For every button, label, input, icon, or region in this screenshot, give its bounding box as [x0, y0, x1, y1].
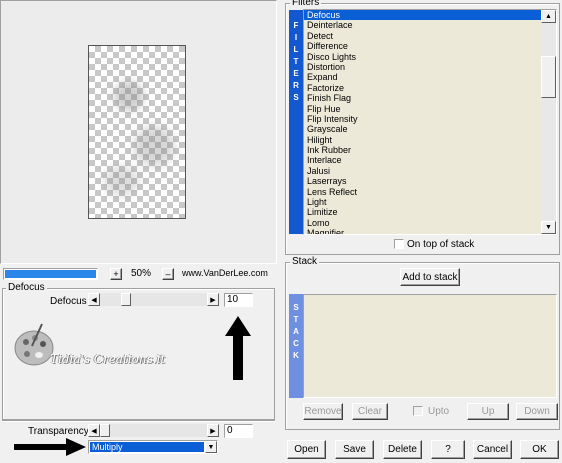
- slider-right-arrow[interactable]: ▶: [207, 424, 219, 437]
- stack-side-letter: S: [293, 303, 299, 312]
- scroll-down-icon[interactable]: ▼: [541, 221, 556, 234]
- filter-list-item[interactable]: Flip Intensity: [304, 114, 541, 124]
- filter-list-item[interactable]: Ink Rubber: [304, 145, 541, 155]
- down-button[interactable]: Down: [516, 403, 558, 420]
- help-button[interactable]: ?: [431, 440, 465, 459]
- filters-scrollbar[interactable]: ▲ ▼: [541, 10, 556, 234]
- upto-label: Upto: [428, 406, 450, 417]
- cancel-button[interactable]: Cancel: [473, 440, 512, 459]
- filter-list-item[interactable]: Expand: [304, 72, 541, 82]
- slider-left-arrow[interactable]: ◀: [88, 424, 100, 437]
- filters-side-letter: L: [293, 45, 299, 54]
- preview-blur-shape: [134, 126, 174, 166]
- filter-list-item[interactable]: Defocus: [304, 10, 541, 21]
- remove-button[interactable]: Remove: [303, 403, 343, 420]
- delete-button[interactable]: Delete: [383, 440, 422, 459]
- zoom-level: 50%: [131, 268, 152, 279]
- filters-side-letter: F: [293, 21, 299, 30]
- filter-list-item[interactable]: Disco Lights: [304, 52, 541, 62]
- filter-list-item[interactable]: Flip Hue: [304, 104, 541, 114]
- zoom-out-button[interactable]: –: [162, 268, 174, 280]
- filter-list-item[interactable]: Laserrays: [304, 176, 541, 186]
- filter-list-item[interactable]: Lens Reflect: [304, 187, 541, 197]
- preview-panel: [0, 0, 277, 264]
- filters-side-letter: T: [293, 57, 299, 66]
- defocus-value-field[interactable]: 10: [224, 293, 253, 307]
- scroll-thumb[interactable]: [541, 56, 556, 98]
- filters-list[interactable]: Defocus Deinterlace Detect Difference Disco …: [303, 9, 557, 235]
- filters-side-label: FILTERS: [289, 10, 303, 234]
- filter-list-item[interactable]: Light: [304, 197, 541, 207]
- defocus-slider[interactable]: ◀ ▶: [88, 293, 219, 306]
- transparency-slider[interactable]: ◀ ▶: [88, 424, 219, 437]
- upto-checkbox[interactable]: [413, 406, 423, 416]
- slider-thumb[interactable]: [100, 424, 110, 437]
- separator: [2, 420, 275, 422]
- stack-side-letter: T: [293, 315, 299, 324]
- filters-side-letter: S: [293, 93, 299, 102]
- chevron-down-icon[interactable]: ▼: [205, 441, 217, 453]
- ok-button[interactable]: OK: [520, 440, 559, 459]
- scroll-up-icon[interactable]: ▲: [541, 10, 556, 23]
- filter-list-item[interactable]: Interlace: [304, 155, 541, 165]
- add-to-stack-button[interactable]: Add to stack: [400, 268, 460, 286]
- blend-mode-value: Multiply: [90, 442, 204, 452]
- filter-list-item[interactable]: Grayscale: [304, 124, 541, 134]
- transparency-value-field[interactable]: 0: [224, 424, 253, 438]
- on-top-label: On top of stack: [407, 239, 475, 250]
- filter-list-item[interactable]: Distortion: [304, 62, 541, 72]
- website-label: www.VanDerLee.com: [182, 268, 268, 278]
- filter-list-item[interactable]: Factorize: [304, 83, 541, 93]
- stack-list[interactable]: [303, 294, 557, 398]
- slider-track[interactable]: [100, 293, 207, 306]
- filter-list-item[interactable]: Detect: [304, 31, 541, 41]
- slider-thumb[interactable]: [121, 293, 131, 306]
- filter-list-item[interactable]: Lomo: [304, 218, 541, 228]
- stack-side-label: STACK: [289, 294, 303, 398]
- clear-button[interactable]: Clear: [352, 403, 388, 420]
- stack-side-letter: K: [293, 351, 299, 360]
- filter-list-item[interactable]: Deinterlace: [304, 20, 541, 30]
- filter-list-item[interactable]: Finish Flag: [304, 93, 541, 103]
- transparency-label: Transparency: [28, 426, 89, 437]
- watermark-text: Tidia's Creations.it: [50, 352, 166, 366]
- up-button[interactable]: Up: [467, 403, 509, 420]
- preview-blur-shape: [104, 166, 139, 196]
- slider-track[interactable]: [100, 424, 207, 437]
- filter-list-item[interactable]: Hilight: [304, 135, 541, 145]
- filter-list-item[interactable]: Jalusi: [304, 166, 541, 176]
- filter-list-item[interactable]: Magnifier: [304, 228, 541, 234]
- on-top-checkbox[interactable]: [394, 239, 404, 249]
- filter-list-item[interactable]: Limitize: [304, 207, 541, 217]
- progress-bar: [3, 268, 98, 280]
- open-button[interactable]: Open: [287, 440, 326, 459]
- filter-list-item[interactable]: Difference: [304, 41, 541, 51]
- filters-side-letter: R: [293, 81, 299, 90]
- filters-side-letter: I: [294, 33, 298, 42]
- preview-blur-shape: [114, 81, 144, 111]
- preview-image[interactable]: [88, 45, 186, 219]
- defocus-group-title: Defocus: [6, 282, 47, 293]
- defocus-slider-label: Defocus: [50, 296, 87, 307]
- progress-fill: [5, 270, 96, 278]
- stack-group-title: Stack: [290, 256, 320, 267]
- save-button[interactable]: Save: [335, 440, 374, 459]
- stack-side-letter: A: [293, 327, 299, 336]
- arrow-right-icon: [14, 438, 86, 456]
- blend-mode-select[interactable]: Multiply ▼: [88, 440, 218, 454]
- stack-side-letter: C: [293, 339, 299, 348]
- filters-side-letter: E: [293, 69, 299, 78]
- slider-right-arrow[interactable]: ▶: [207, 293, 219, 306]
- filters-group-title: Filters: [290, 0, 322, 8]
- arrow-up-icon: [225, 316, 251, 380]
- slider-left-arrow[interactable]: ◀: [88, 293, 100, 306]
- zoom-in-button[interactable]: +: [110, 268, 122, 280]
